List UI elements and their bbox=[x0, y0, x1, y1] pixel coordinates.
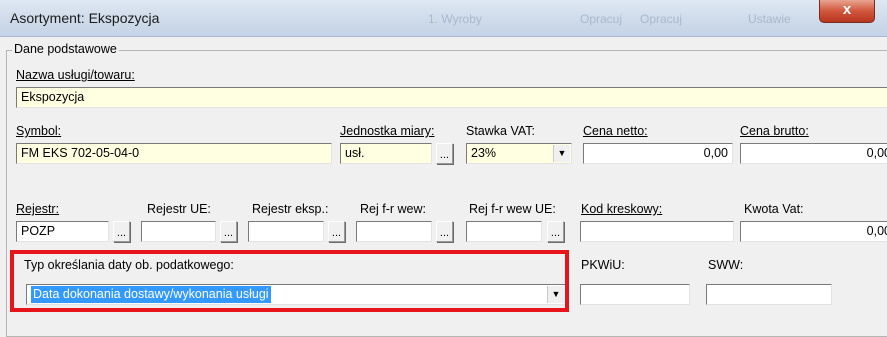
name-label: Nazwa usługi/towaru: bbox=[16, 68, 135, 82]
barcode-input[interactable] bbox=[580, 221, 734, 242]
sww-input[interactable] bbox=[706, 284, 832, 305]
window-title: Asortyment: Ekspozycja bbox=[10, 10, 160, 26]
barcode-label: Kod kreskowy: bbox=[581, 202, 663, 216]
chevron-down-icon[interactable]: ▼ bbox=[553, 145, 570, 162]
close-button[interactable]: x bbox=[819, 0, 875, 23]
net-price-input[interactable]: 0,00 bbox=[583, 143, 733, 164]
sww-label: SWW: bbox=[708, 258, 744, 272]
register-ue-input[interactable] bbox=[141, 221, 216, 242]
gross-price-label: Cena brutto: bbox=[740, 124, 809, 138]
register-internal-input[interactable] bbox=[356, 221, 432, 242]
close-icon: x bbox=[842, 1, 852, 18]
register-ue-label: Rejestr UE: bbox=[147, 202, 211, 216]
name-input[interactable]: Ekspozycja bbox=[16, 87, 887, 108]
gross-price-input[interactable]: 0,00 bbox=[740, 143, 887, 164]
symbol-label: Symbol: bbox=[16, 124, 62, 138]
vat-amount-input[interactable]: 0,00 bbox=[740, 221, 887, 242]
register-ue-browse-button[interactable]: ... bbox=[220, 221, 237, 242]
pkwiu-label: PKWiU: bbox=[581, 258, 625, 272]
background-text: Ustawie bbox=[748, 12, 791, 26]
group-title: Dane podstawowe bbox=[12, 42, 119, 56]
register-internal-browse-button[interactable]: ... bbox=[436, 221, 453, 242]
vat-amount-label: Kwota Vat: bbox=[744, 202, 804, 216]
background-text: Opracuj bbox=[640, 12, 683, 26]
vat-rate-label: Stawka VAT: bbox=[466, 124, 536, 138]
title-bar[interactable]: Asortyment: Ekspozycja 1. Wyroby Opracuj… bbox=[0, 0, 887, 37]
symbol-input[interactable]: FM EKS 702-05-04-0 bbox=[16, 143, 332, 164]
background-text: 1. Wyroby bbox=[428, 12, 482, 26]
register-input[interactable]: POZP bbox=[16, 221, 109, 242]
vat-rate-select[interactable]: 23% ▼ bbox=[466, 143, 572, 164]
net-price-label: Cena netto: bbox=[583, 124, 648, 138]
register-label: Rejestr: bbox=[16, 202, 60, 216]
register-internal-label: Rej f-r wew: bbox=[360, 202, 426, 216]
register-browse-button[interactable]: ... bbox=[113, 221, 130, 242]
unit-label: Jednostka miary: bbox=[340, 124, 435, 138]
register-export-label: Rejestr eksp.: bbox=[252, 202, 329, 216]
register-internal-ue-input[interactable] bbox=[466, 221, 542, 242]
vat-rate-value: 23% bbox=[471, 146, 497, 160]
register-export-input[interactable] bbox=[248, 221, 324, 242]
highlight-box bbox=[10, 250, 569, 312]
background-text: Opracuj bbox=[580, 12, 623, 26]
pkwiu-input[interactable] bbox=[580, 284, 690, 305]
unit-input[interactable]: usł. bbox=[340, 143, 432, 164]
register-export-browse-button[interactable]: ... bbox=[328, 221, 345, 242]
unit-browse-button[interactable]: ... bbox=[436, 143, 453, 164]
register-internal-ue-label: Rej f-r wew UE: bbox=[469, 202, 556, 216]
register-internal-ue-browse-button[interactable]: ... bbox=[547, 221, 564, 242]
